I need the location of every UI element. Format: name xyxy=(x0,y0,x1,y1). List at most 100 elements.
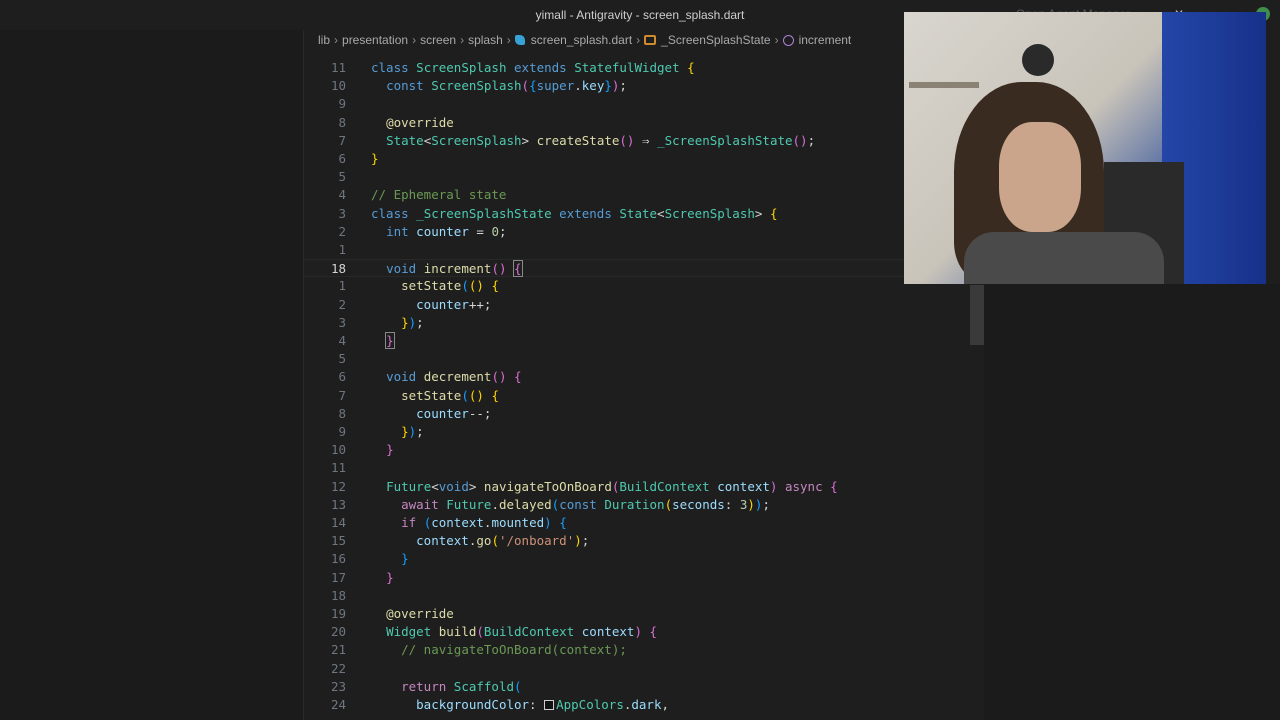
editor-scrollbar[interactable] xyxy=(970,285,984,345)
line-number: 22 xyxy=(330,660,346,676)
code-line[interactable]: 14 if (context.mounted) { xyxy=(304,514,984,532)
code-line[interactable]: 11 xyxy=(304,459,984,477)
breadcrumb-presentation[interactable]: presentation xyxy=(342,33,408,47)
code-line[interactable]: 13 await Future.delayed(const Duration(s… xyxy=(304,496,984,514)
code-line[interactable]: 15 context.go('/onboard'); xyxy=(304,532,984,550)
breadcrumb-screen[interactable]: screen xyxy=(420,33,456,47)
code-text[interactable]: class ScreenSplash extends StatefulWidge… xyxy=(371,59,695,77)
line-number: 21 xyxy=(330,642,346,658)
code-line[interactable]: 5 xyxy=(304,168,984,186)
line-number: 7 xyxy=(338,132,346,148)
code-text[interactable]: // Ephemeral state xyxy=(371,186,506,204)
webcam-shelf xyxy=(909,82,979,88)
code-line[interactable]: 3 class _ScreenSplashState extends State<… xyxy=(304,205,984,223)
code-line[interactable]: 21 // navigateToOnBoard(context); xyxy=(304,641,984,659)
code-text[interactable]: setState(() { xyxy=(371,387,499,405)
code-text[interactable]: // navigateToOnBoard(context); xyxy=(371,641,627,659)
code-text[interactable]: class _ScreenSplashState extends State<S… xyxy=(371,205,777,223)
code-line[interactable]: 7 State<ScreenSplash> createState() ⇒ _S… xyxy=(304,132,984,150)
code-line[interactable]: 10 const ScreenSplash({super.key}); xyxy=(304,77,984,95)
code-line[interactable]: 1 xyxy=(304,241,984,259)
code-text[interactable]: void increment() { xyxy=(371,260,523,278)
line-number: 6 xyxy=(338,369,346,385)
line-number: 8 xyxy=(338,405,346,421)
webcam-person-shirt xyxy=(964,232,1164,284)
line-number: 1 xyxy=(338,242,346,257)
chevron-right-icon: › xyxy=(412,33,417,47)
code-text[interactable]: const ScreenSplash({super.key}); xyxy=(371,77,627,95)
code-line[interactable]: 22 xyxy=(304,660,984,678)
code-text[interactable]: setState(() { xyxy=(371,277,499,295)
code-text[interactable]: if (context.mounted) { xyxy=(371,514,567,532)
code-line[interactable]: 8 @override xyxy=(304,114,984,132)
microphone-icon xyxy=(1022,44,1054,76)
code-line[interactable]: 23 return Scaffold( xyxy=(304,678,984,696)
line-number: 4 xyxy=(338,333,346,348)
code-text[interactable]: counter++; xyxy=(371,296,491,314)
breadcrumb: lib › presentation › screen › splash › s… xyxy=(304,30,904,50)
code-text[interactable]: await Future.delayed(const Duration(seco… xyxy=(371,496,770,514)
line-number: 1 xyxy=(338,278,346,294)
code-text[interactable]: }); xyxy=(371,314,424,332)
line-number: 15 xyxy=(330,533,346,549)
code-editor[interactable]: 11 class ScreenSplash extends StatefulWid… xyxy=(304,50,984,720)
code-line[interactable]: 10 } xyxy=(304,441,984,459)
breadcrumb-class[interactable]: _ScreenSplashState xyxy=(661,33,770,47)
code-line[interactable]: 4 // Ephemeral state xyxy=(304,186,984,204)
line-number: 6 xyxy=(338,151,346,166)
code-line[interactable]: 19 @override xyxy=(304,605,984,623)
code-text[interactable]: State<ScreenSplash> createState() ⇒ _Scr… xyxy=(371,132,815,150)
line-number: 20 xyxy=(330,624,346,640)
code-text[interactable]: Future<void> navigateToOnBoard(BuildCont… xyxy=(371,478,838,496)
code-line[interactable]: 1 setState(() { xyxy=(304,277,984,295)
code-text[interactable]: void decrement() { xyxy=(371,368,522,386)
code-line[interactable]: 6} xyxy=(304,150,984,168)
code-text[interactable]: context.go('/onboard'); xyxy=(371,532,589,550)
code-line[interactable]: 7 setState(() { xyxy=(304,387,984,405)
code-line[interactable]: 9 xyxy=(304,95,984,113)
code-text[interactable]: } xyxy=(371,550,409,568)
code-line[interactable]: 8 counter--; xyxy=(304,405,984,423)
code-line[interactable]: 16 } xyxy=(304,550,984,568)
code-text[interactable]: int counter = 0; xyxy=(371,223,506,241)
code-line[interactable]: 18 xyxy=(304,587,984,605)
code-text[interactable]: } xyxy=(371,150,379,168)
code-line[interactable]: 3 }); xyxy=(304,314,984,332)
code-text[interactable]: } xyxy=(371,569,394,587)
code-line[interactable]: 2 int counter = 0; xyxy=(304,223,984,241)
code-line[interactable]: 4 } xyxy=(304,332,984,350)
line-number: 18 xyxy=(330,261,346,277)
webcam-overlay xyxy=(904,12,1266,284)
line-number: 24 xyxy=(330,697,346,712)
code-line[interactable]: 20 Widget build(BuildContext context) { xyxy=(304,623,984,641)
code-line[interactable]: 12 Future<void> navigateToOnBoard(BuildC… xyxy=(304,478,984,496)
code-text[interactable]: @override xyxy=(371,114,454,132)
breadcrumb-file[interactable]: screen_splash.dart xyxy=(531,33,632,47)
code-line[interactable]: 17 } xyxy=(304,569,984,587)
code-line[interactable]: 24 backgroundColor: AppColors.dark, xyxy=(304,696,984,714)
line-number: 11 xyxy=(330,460,346,476)
code-text[interactable]: counter--; xyxy=(371,405,491,423)
code-line[interactable]: 6 void decrement() { xyxy=(304,368,984,386)
breadcrumb-lib[interactable]: lib xyxy=(318,33,330,47)
code-text[interactable]: } xyxy=(371,332,395,350)
code-line[interactable]: 2 counter++; xyxy=(304,296,984,314)
code-text[interactable]: return Scaffold( xyxy=(371,678,521,696)
code-text[interactable]: Widget build(BuildContext context) { xyxy=(371,623,657,641)
chevron-right-icon: › xyxy=(774,33,779,47)
line-number: 16 xyxy=(330,551,346,567)
code-line[interactable]: 9 }); xyxy=(304,423,984,441)
code-text[interactable]: } xyxy=(371,441,394,459)
code-line[interactable]: 11 class ScreenSplash extends StatefulWid… xyxy=(304,59,984,77)
code-line[interactable]: 18 void increment() { xyxy=(304,259,984,278)
code-text[interactable]: backgroundColor: AppColors.dark, xyxy=(371,696,669,714)
breadcrumb-method[interactable]: increment xyxy=(799,33,852,47)
code-text[interactable]: @override xyxy=(371,605,454,623)
right-panel xyxy=(984,284,1280,720)
line-number: 2 xyxy=(338,296,346,312)
method-icon xyxy=(782,34,794,46)
code-line[interactable]: 5 xyxy=(304,350,984,368)
code-text[interactable]: }); xyxy=(371,423,424,441)
breadcrumb-splash[interactable]: splash xyxy=(468,33,503,47)
line-number: 5 xyxy=(338,351,346,367)
